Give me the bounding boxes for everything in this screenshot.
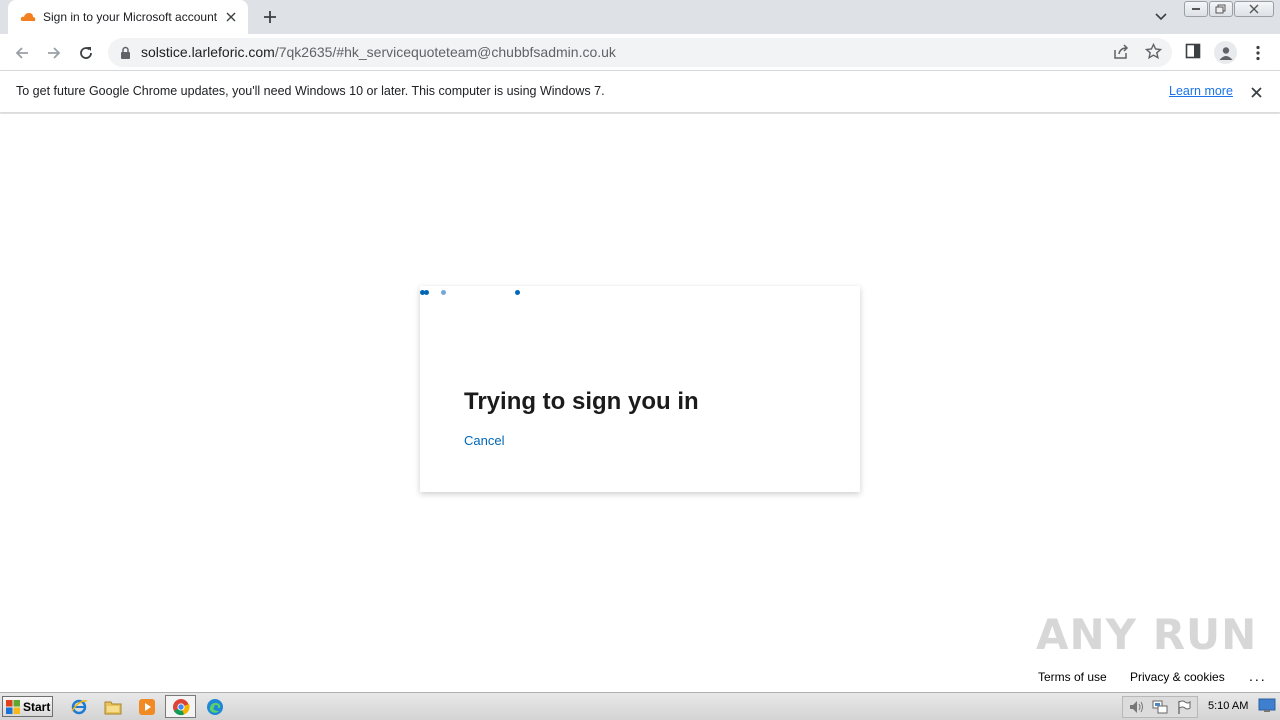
page-content: Trying to sign you in Cancel ANY RUN Ter… xyxy=(0,114,1280,692)
back-arrow-icon[interactable] xyxy=(11,42,33,64)
restore-window-button[interactable] xyxy=(1209,1,1233,17)
action-center-flag-icon[interactable] xyxy=(1177,700,1191,715)
new-tab-button[interactable] xyxy=(260,7,280,27)
progress-dot xyxy=(441,290,446,295)
chrome-icon[interactable] xyxy=(171,697,191,717)
sign-in-card: Trying to sign you in Cancel xyxy=(420,286,860,492)
anyrun-watermark-logo: ANY RUN xyxy=(1036,610,1258,659)
learn-more-link[interactable]: Learn more xyxy=(1169,84,1233,98)
terms-of-use-link[interactable]: Terms of use xyxy=(1038,670,1107,684)
infobar-message: To get future Google Chrome updates, you… xyxy=(16,84,605,98)
privacy-cookies-link[interactable]: Privacy & cookies xyxy=(1130,670,1225,684)
share-icon[interactable] xyxy=(1113,44,1129,64)
show-desktop-icon[interactable] xyxy=(1258,698,1276,714)
cloudflare-cloud-icon xyxy=(20,9,36,25)
url-text[interactable]: solstice.larleforic.com/7qk2635/#hk_serv… xyxy=(141,44,616,60)
media-player-icon[interactable] xyxy=(137,697,157,717)
side-panel-icon[interactable] xyxy=(1185,43,1201,63)
network-icon[interactable] xyxy=(1152,700,1168,715)
minimize-window-button[interactable] xyxy=(1184,1,1208,17)
cancel-link[interactable]: Cancel xyxy=(464,433,504,448)
url-host: solstice.larleforic.com xyxy=(141,44,275,60)
windows-taskbar: Start 5:10 AM xyxy=(0,692,1280,720)
tab-search-chevron-icon[interactable] xyxy=(1152,8,1170,26)
start-button[interactable]: Start xyxy=(2,696,53,717)
browser-menu-icon[interactable] xyxy=(1250,42,1266,64)
infobar-close-icon[interactable] xyxy=(1247,83,1265,101)
footer-more-options[interactable]: ... xyxy=(1249,668,1267,684)
lock-icon[interactable] xyxy=(120,45,131,64)
system-tray xyxy=(1122,696,1198,718)
tab-title: Sign in to your Microsoft account xyxy=(43,10,218,24)
volume-icon[interactable] xyxy=(1129,700,1145,714)
tab-close-icon[interactable] xyxy=(222,8,240,26)
bookmark-star-icon[interactable] xyxy=(1144,42,1163,64)
tab-strip: Sign in to your Microsoft account xyxy=(0,0,1280,34)
browser-toolbar: solstice.larleforic.com/7qk2635/#hk_serv… xyxy=(0,34,1280,71)
progress-dot xyxy=(515,290,520,295)
url-path: /7qk2635/#hk_servicequoteteam@chubbfsadm… xyxy=(274,44,616,60)
progress-dot xyxy=(424,290,429,295)
close-window-button[interactable] xyxy=(1234,1,1274,17)
tab-active[interactable]: Sign in to your Microsoft account xyxy=(8,0,248,34)
update-infobar: To get future Google Chrome updates, you… xyxy=(0,71,1280,113)
start-label: Start xyxy=(23,699,51,714)
taskbar-clock[interactable]: 5:10 AM xyxy=(1208,700,1248,712)
address-bar[interactable]: solstice.larleforic.com/7qk2635/#hk_serv… xyxy=(108,38,1172,67)
internet-explorer-icon[interactable] xyxy=(69,697,89,717)
forward-arrow-icon[interactable] xyxy=(43,42,65,64)
page-title: Trying to sign you in xyxy=(464,388,699,415)
profile-avatar-icon[interactable] xyxy=(1214,41,1237,64)
edge-icon[interactable] xyxy=(205,697,225,717)
windows-logo-icon xyxy=(6,699,20,714)
file-explorer-icon[interactable] xyxy=(103,697,123,717)
reload-icon[interactable] xyxy=(75,42,97,64)
